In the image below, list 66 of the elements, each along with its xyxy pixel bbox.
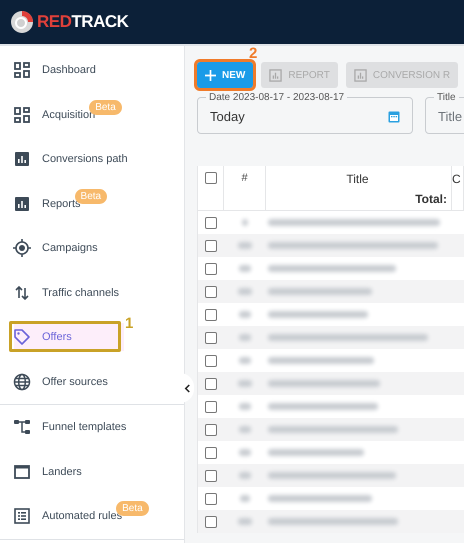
blurred-text xyxy=(239,472,251,479)
chevron-left-icon xyxy=(184,384,190,392)
sidebar-item[interactable]: Traffic channels xyxy=(0,270,184,315)
date-field[interactable]: Date 2023-08-17 - 2023-08-17 Today xyxy=(197,92,413,134)
column-header[interactable]: # xyxy=(241,172,248,184)
grid-icon xyxy=(13,62,31,78)
row-checkbox[interactable] xyxy=(205,240,217,252)
sidebar-item[interactable]: Dashboard xyxy=(0,48,184,92)
sidebar-item[interactable]: Campaigns xyxy=(0,226,184,270)
sidebar-item[interactable]: Conversions path xyxy=(0,137,184,182)
annotation-number: 1 xyxy=(125,315,134,332)
sidebar-item[interactable]: Landers xyxy=(0,450,184,494)
sidebar-item[interactable]: Reports Beta xyxy=(0,182,184,226)
flowchart-icon xyxy=(13,419,31,436)
blurred-text xyxy=(239,334,251,341)
row-checkbox[interactable] xyxy=(205,446,217,458)
blurred-text xyxy=(238,288,252,295)
target-icon xyxy=(13,239,31,258)
grid-icon xyxy=(13,106,31,123)
plus-icon xyxy=(205,70,216,80)
row-checkbox[interactable] xyxy=(205,378,217,390)
blurred-text xyxy=(239,449,251,456)
blurred-text xyxy=(238,242,252,249)
row-checkbox[interactable] xyxy=(205,354,217,366)
blurred-text xyxy=(240,495,250,502)
blurred-text xyxy=(238,518,252,525)
column-header[interactable]: C xyxy=(452,172,461,186)
title-field[interactable]: Title Title xyxy=(425,92,464,134)
list-icon xyxy=(13,508,31,524)
annotation-number: 2 xyxy=(249,46,258,62)
row-checkbox[interactable] xyxy=(205,216,217,228)
row-checkbox[interactable] xyxy=(205,424,217,436)
row-checkbox[interactable] xyxy=(205,332,217,344)
row-checkbox[interactable] xyxy=(205,492,217,504)
calendar-icon xyxy=(388,110,400,122)
blurred-text xyxy=(239,426,251,433)
blurred-text xyxy=(239,357,251,364)
up-down-arrows-icon xyxy=(13,284,31,301)
beta-badge: Beta xyxy=(89,100,122,114)
column-header[interactable]: Title xyxy=(268,172,447,186)
blurred-text xyxy=(239,265,251,272)
chart-icon xyxy=(354,68,367,82)
sidebar-item[interactable]: Offer sources xyxy=(0,360,184,404)
globe-icon xyxy=(13,372,31,391)
logo-icon xyxy=(10,10,34,34)
blurred-text xyxy=(239,403,251,410)
bar-chart-icon xyxy=(13,196,31,211)
sidebar-item[interactable]: Funnel templates xyxy=(0,405,184,450)
row-checkbox[interactable] xyxy=(205,516,217,528)
window-icon xyxy=(13,464,31,479)
chart-icon xyxy=(269,68,282,82)
total-label: Total: xyxy=(414,192,447,206)
sidebar-item[interactable]: Offers 1 xyxy=(0,315,184,360)
row-checkbox[interactable] xyxy=(205,286,217,298)
sidebar-item[interactable]: Acquisition Beta xyxy=(0,92,184,137)
tag-icon xyxy=(13,328,31,346)
logo-text: REDTRACK xyxy=(37,12,128,32)
blurred-text xyxy=(242,219,248,226)
blurred-text xyxy=(238,380,252,387)
row-checkbox[interactable] xyxy=(205,262,217,274)
bar-chart-icon xyxy=(13,152,31,166)
row-checkbox[interactable] xyxy=(205,308,217,320)
row-checkbox[interactable] xyxy=(205,470,217,482)
select-all-checkbox[interactable] xyxy=(204,172,216,184)
row-checkbox[interactable] xyxy=(205,400,217,412)
blurred-text xyxy=(239,311,251,318)
